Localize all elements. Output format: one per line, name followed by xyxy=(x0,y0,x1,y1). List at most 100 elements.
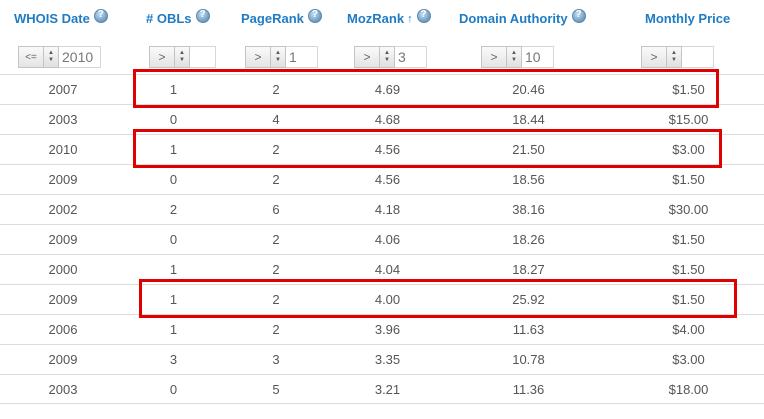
filter-value-input[interactable] xyxy=(682,46,714,68)
obls-cell: 3 xyxy=(169,352,178,367)
col-header-mozrank[interactable]: MozRank ↑ xyxy=(331,0,444,30)
mozrank-cell: 4.00 xyxy=(374,292,401,307)
help-icon[interactable] xyxy=(195,8,210,23)
monthly-price-cell: $1.50 xyxy=(672,82,705,97)
pagerank-cell: 2 xyxy=(272,142,280,157)
mozrank-cell: 3.96 xyxy=(374,322,401,337)
domain-authority-cell: 25.92 xyxy=(512,292,545,307)
whois-date-cell: 2006 xyxy=(48,322,78,337)
mozrank-cell: 3.35 xyxy=(374,352,401,367)
operator-stepper[interactable]: ▲ ▼ xyxy=(174,46,190,68)
help-icon[interactable] xyxy=(416,8,431,23)
domain-authority-cell: 21.50 xyxy=(512,142,545,157)
domain-authority-cell: 18.44 xyxy=(512,112,545,127)
monthly-price-cell: $1.50 xyxy=(672,262,705,277)
table-row[interactable]: 2007 1 2 4.69 20.46 $1.50 xyxy=(0,74,764,104)
whois-date-cell: 2009 xyxy=(48,292,78,307)
monthly-price-cell: $3.00 xyxy=(672,142,705,157)
pagerank-cell: 2 xyxy=(272,172,280,187)
monthly-price-cell: $1.50 xyxy=(672,232,705,247)
obls-cell: 0 xyxy=(169,172,178,187)
col-header-whois-date[interactable]: WHOIS Date xyxy=(0,0,126,30)
domain-authority-cell: 18.27 xyxy=(512,262,545,277)
table-row[interactable]: 2003 0 5 3.21 11.36 $18.00 xyxy=(0,374,764,404)
col-header-pagerank[interactable]: PageRank xyxy=(221,0,331,30)
table-body: 2007 1 2 4.69 20.46 $1.50 2003 0 4 4.68 18.44 $15.0… xyxy=(0,74,764,404)
col-header-label: PageRank xyxy=(241,11,304,26)
monthly-price-cell: $4.00 xyxy=(672,322,705,337)
whois-date-cell: 2007 xyxy=(48,82,78,97)
filter-value-input[interactable]: 3 xyxy=(395,46,427,68)
mozrank-cell: 4.69 xyxy=(374,82,401,97)
table-header: WHOIS Date # OBLs PageRank MozRank ↑ Dom… xyxy=(0,0,764,74)
table-row[interactable]: 2002 2 6 4.18 38.16 $30.00 xyxy=(0,194,764,224)
col-header-obls[interactable]: # OBLs xyxy=(126,0,221,30)
whois-date-cell: 2002 xyxy=(48,202,78,217)
col-header-label: Domain Authority xyxy=(459,11,568,26)
filter-value-input[interactable]: 1 xyxy=(286,46,318,68)
table-row[interactable]: 2010 1 2 4.56 21.50 $3.00 xyxy=(0,134,764,164)
domain-authority-cell: 11.36 xyxy=(512,381,545,397)
table-row[interactable]: 2000 1 2 4.04 18.27 $1.50 xyxy=(0,254,764,284)
domain-authority-cell: 18.26 xyxy=(512,232,545,247)
table-row[interactable]: 2009 1 2 4.00 25.92 $1.50 xyxy=(0,284,764,314)
pagerank-cell: 3 xyxy=(272,352,280,367)
pagerank-cell: 2 xyxy=(272,82,280,97)
obls-cell: 0 xyxy=(169,112,178,127)
mozrank-cell: 4.06 xyxy=(374,232,401,247)
obls-cell: 1 xyxy=(169,262,178,277)
filter-operator-select[interactable]: > xyxy=(481,46,506,68)
domain-authority-cell: 38.16 xyxy=(512,202,545,217)
mozrank-cell: 4.56 xyxy=(374,172,401,187)
monthly-price-cell: $3.00 xyxy=(672,352,705,367)
pagerank-cell: 2 xyxy=(272,262,280,277)
whois-date-cell: 2003 xyxy=(48,112,78,127)
table-row[interactable]: 2006 1 2 3.96 11.63 $4.00 xyxy=(0,314,764,344)
operator-stepper[interactable]: ▲ ▼ xyxy=(666,46,682,68)
filter-whois-date: <= ▲ ▼ 2010 xyxy=(0,30,126,74)
operator-stepper[interactable]: ▲ ▼ xyxy=(506,46,522,68)
col-header-monthly-price[interactable]: Monthly Price xyxy=(613,0,764,30)
monthly-price-cell: $30.00 xyxy=(668,202,709,217)
help-icon[interactable] xyxy=(571,8,586,23)
sort-ascending-icon: ↑ xyxy=(407,12,413,25)
help-icon[interactable] xyxy=(307,8,322,23)
table-row[interactable]: 2009 3 3 3.35 10.78 $3.00 xyxy=(0,344,764,374)
domain-authority-cell: 20.46 xyxy=(512,82,545,97)
filter-operator-select[interactable]: > xyxy=(245,46,270,68)
pagerank-cell: 4 xyxy=(272,112,280,127)
filter-operator-select[interactable]: <= xyxy=(18,46,43,68)
table-row[interactable]: 2009 0 2 4.56 18.56 $1.50 xyxy=(0,164,764,194)
filter-operator-select[interactable]: > xyxy=(641,46,666,68)
obls-cell: 0 xyxy=(169,381,178,397)
monthly-price-cell: $1.50 xyxy=(672,292,705,307)
col-header-domain-authority[interactable]: Domain Authority xyxy=(444,0,613,30)
filter-mozrank: > ▲ ▼ 3 xyxy=(331,30,444,74)
operator-stepper[interactable]: ▲ ▼ xyxy=(379,46,395,68)
monthly-price-cell: $15.00 xyxy=(668,112,709,127)
whois-date-cell: 2009 xyxy=(48,232,78,247)
filter-operator-select[interactable]: > xyxy=(354,46,379,68)
col-header-label: # OBLs xyxy=(146,11,192,26)
filter-operator-select[interactable]: > xyxy=(149,46,174,68)
col-header-label: MozRank xyxy=(347,11,405,26)
table-row[interactable]: 2009 0 2 4.06 18.26 $1.50 xyxy=(0,224,764,254)
domain-authority-cell: 18.56 xyxy=(512,172,545,187)
col-header-label: WHOIS Date xyxy=(14,11,90,26)
filter-value-input[interactable]: 2010 xyxy=(59,46,101,68)
whois-date-cell: 2003 xyxy=(48,381,78,397)
col-header-label: Monthly Price xyxy=(645,11,731,26)
operator-stepper[interactable]: ▲ ▼ xyxy=(270,46,286,68)
obls-cell: 1 xyxy=(169,322,178,337)
pagerank-cell: 2 xyxy=(272,292,280,307)
filter-domain-authority: > ▲ ▼ 10 xyxy=(444,30,613,74)
mozrank-cell: 4.04 xyxy=(374,262,401,277)
table-row[interactable]: 2003 0 4 4.68 18.44 $15.00 xyxy=(0,104,764,134)
whois-date-cell: 2009 xyxy=(48,352,78,367)
filter-value-input[interactable]: 10 xyxy=(522,46,554,68)
pagerank-cell: 2 xyxy=(272,322,280,337)
filter-value-input[interactable] xyxy=(190,46,216,68)
operator-stepper[interactable]: ▲ ▼ xyxy=(43,46,59,68)
help-icon[interactable] xyxy=(93,8,108,23)
domain-authority-cell: 11.63 xyxy=(512,322,545,337)
